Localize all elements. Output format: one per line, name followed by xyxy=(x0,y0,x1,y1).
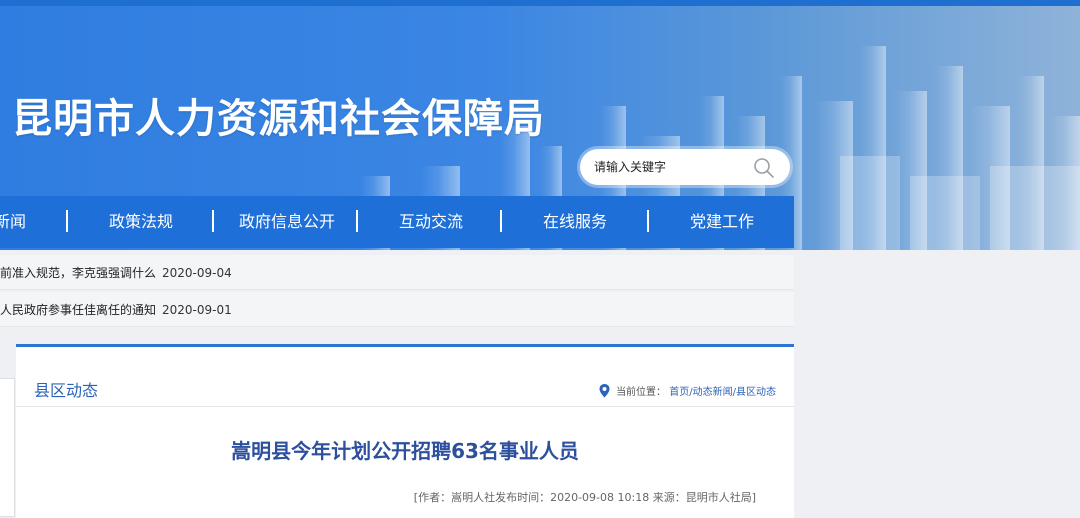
main-nav: 新闻 政策法规 政府信息公开 互动交流 在线服务 党建工作 xyxy=(0,196,794,248)
news-title[interactable]: 人民政府参事任佳离任的通知 xyxy=(0,303,156,317)
breadcrumb-path[interactable]: 首页/动态新闻/县区动态 xyxy=(669,387,776,398)
article-meta: [作者：嵩明人社发布时间：2020-09-08 10:18 来源：昆明市人社局] xyxy=(413,491,756,504)
nav-separator xyxy=(66,210,68,232)
left-side-panel xyxy=(0,378,15,517)
news-date: 2020-09-04 xyxy=(162,266,232,280)
news-ticker-row[interactable]: 人民政府参事任佳离任的通知 2020-09-01 xyxy=(0,292,794,327)
nav-separator xyxy=(356,210,358,232)
section-divider xyxy=(16,406,794,407)
nav-item-party-building[interactable]: 党建工作 xyxy=(690,196,754,248)
news-date: 2020-09-01 xyxy=(162,303,232,317)
news-ticker-text: 前准入规范，李克强强调什么 2020-09-04 xyxy=(0,264,232,281)
nav-separator xyxy=(500,210,502,232)
search-input[interactable] xyxy=(594,157,744,177)
nav-separator xyxy=(647,210,649,232)
nav-item-news[interactable]: 新闻 xyxy=(0,196,26,248)
breadcrumb-label: 当前位置： xyxy=(616,387,667,398)
breadcrumb: 当前位置： 首页/动态新闻/县区动态 xyxy=(599,383,776,401)
nav-item-interaction[interactable]: 互动交流 xyxy=(399,196,463,248)
nav-item-policies[interactable]: 政策法规 xyxy=(109,196,173,248)
site-title: 昆明市人力资源和社会保障局 xyxy=(12,96,545,142)
location-pin-icon xyxy=(599,384,610,401)
news-title[interactable]: 前准入规范，李克强强调什么 xyxy=(0,266,156,280)
nav-item-online-services[interactable]: 在线服务 xyxy=(543,196,607,248)
news-ticker-row[interactable]: 前准入规范，李克强强调什么 2020-09-04 xyxy=(0,255,794,290)
search-icon[interactable] xyxy=(752,156,776,180)
article-headline: 嵩明县今年计划公开招聘63名事业人员 xyxy=(231,439,579,463)
section-title: 县区动态 xyxy=(34,381,99,400)
news-ticker-text: 人民政府参事任佳离任的通知 2020-09-01 xyxy=(0,301,232,318)
nav-item-gov-info[interactable]: 政府信息公开 xyxy=(239,196,335,248)
nav-separator xyxy=(212,210,214,232)
article-panel: 县区动态 当前位置： 首页/动态新闻/县区动态 嵩明县今年计划公开招聘63名事业… xyxy=(16,344,794,518)
